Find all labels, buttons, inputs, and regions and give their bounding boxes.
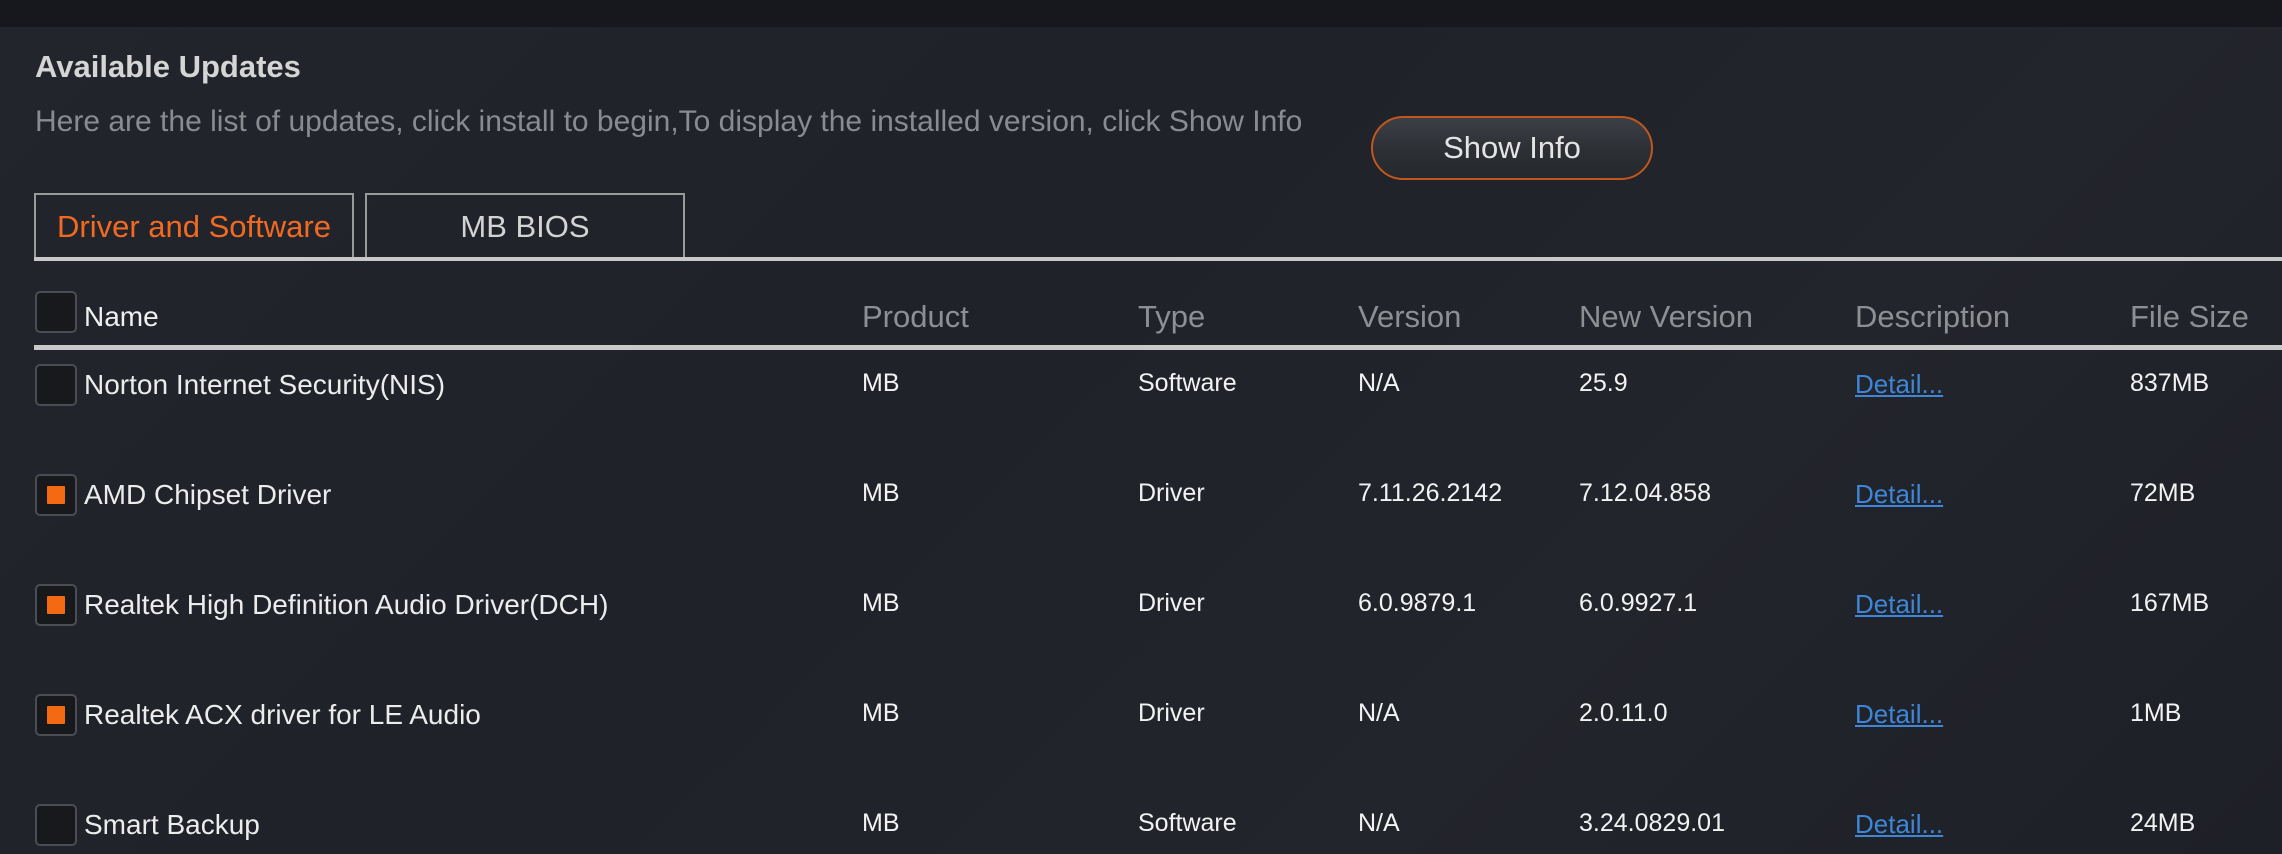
tab-driver-and-software[interactable]: Driver and Software (34, 193, 354, 259)
row-new-version: 7.12.04.858 (1579, 479, 1712, 507)
row-file-size: 1MB (2130, 699, 2182, 727)
detail-link[interactable]: Detail... (1855, 809, 1943, 840)
row-checkbox[interactable] (35, 584, 77, 626)
row-checkbox-fill (47, 486, 65, 504)
top-bar (0, 0, 2282, 27)
column-header-file-size: File Size (2130, 299, 2249, 334)
row-name: Norton Internet Security(NIS) (84, 369, 446, 400)
row-product: MB (862, 479, 900, 507)
row-type: Software (1138, 809, 1237, 837)
row-checkbox[interactable] (35, 804, 77, 846)
row-checkbox[interactable] (35, 474, 77, 516)
show-info-button[interactable]: Show Info (1371, 116, 1653, 180)
column-header-description: Description (1855, 299, 2011, 334)
page-title: Available Updates (35, 49, 301, 84)
row-name: Smart Backup (84, 809, 260, 840)
detail-link[interactable]: Detail... (1855, 369, 1943, 400)
row-product: MB (862, 809, 900, 837)
row-version: N/A (1358, 809, 1400, 837)
header-divider (34, 345, 2282, 350)
row-name: Realtek High Definition Audio Driver(DCH… (84, 589, 609, 620)
select-all-checkbox[interactable] (35, 291, 77, 333)
row-type: Driver (1138, 699, 1205, 727)
updates-panel: Available Updates Here are the list of u… (0, 27, 2282, 854)
row-product: MB (862, 589, 900, 617)
column-header-name: Name (84, 301, 159, 332)
row-file-size: 72MB (2130, 479, 2196, 507)
row-version: 7.11.26.2142 (1358, 479, 1503, 507)
row-file-size: 167MB (2130, 589, 2210, 617)
page-subtitle: Here are the list of updates, click inst… (35, 105, 1303, 138)
row-new-version: 6.0.9927.1 (1579, 589, 1698, 617)
row-type: Driver (1138, 479, 1205, 507)
row-name: Realtek ACX driver for LE Audio (84, 699, 481, 730)
row-checkbox[interactable] (35, 694, 77, 736)
row-checkbox-fill (47, 596, 65, 614)
row-product: MB (862, 369, 900, 397)
row-new-version: 25.9 (1579, 369, 1628, 397)
row-name: AMD Chipset Driver (84, 479, 332, 510)
column-header-product: Product (862, 299, 969, 334)
detail-link[interactable]: Detail... (1855, 479, 1943, 510)
row-file-size: 837MB (2130, 369, 2210, 397)
column-header-type: Type (1138, 299, 1206, 334)
row-file-size: 24MB (2130, 809, 2196, 837)
row-version: N/A (1358, 699, 1400, 727)
column-header-new-version: New Version (1579, 299, 1754, 334)
row-checkbox[interactable] (35, 364, 77, 406)
row-product: MB (862, 699, 900, 727)
row-version: N/A (1358, 369, 1400, 397)
row-new-version: 2.0.11.0 (1579, 699, 1668, 727)
row-checkbox-fill (47, 706, 65, 724)
row-type: Driver (1138, 589, 1205, 617)
detail-link[interactable]: Detail... (1855, 699, 1943, 730)
row-type: Software (1138, 369, 1237, 397)
tab-divider (34, 257, 2282, 261)
tab-mb-bios[interactable]: MB BIOS (365, 193, 685, 259)
row-new-version: 3.24.0829.01 (1579, 809, 1725, 837)
column-header-version: Version (1358, 299, 1462, 334)
detail-link[interactable]: Detail... (1855, 589, 1943, 620)
row-version: 6.0.9879.1 (1358, 589, 1477, 617)
